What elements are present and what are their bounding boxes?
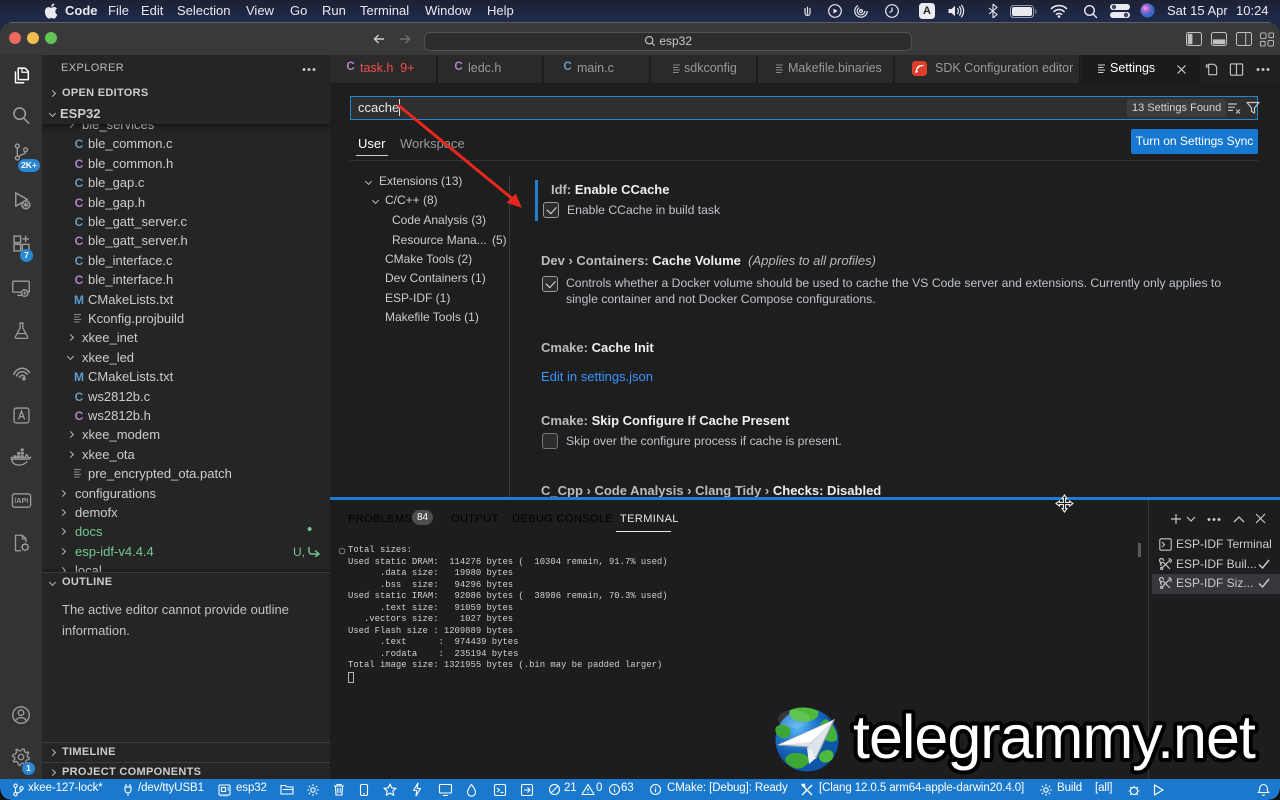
svg-text:telegrammy.net: telegrammy.net: [853, 703, 1256, 771]
svg-text:/API: /API: [14, 497, 28, 505]
